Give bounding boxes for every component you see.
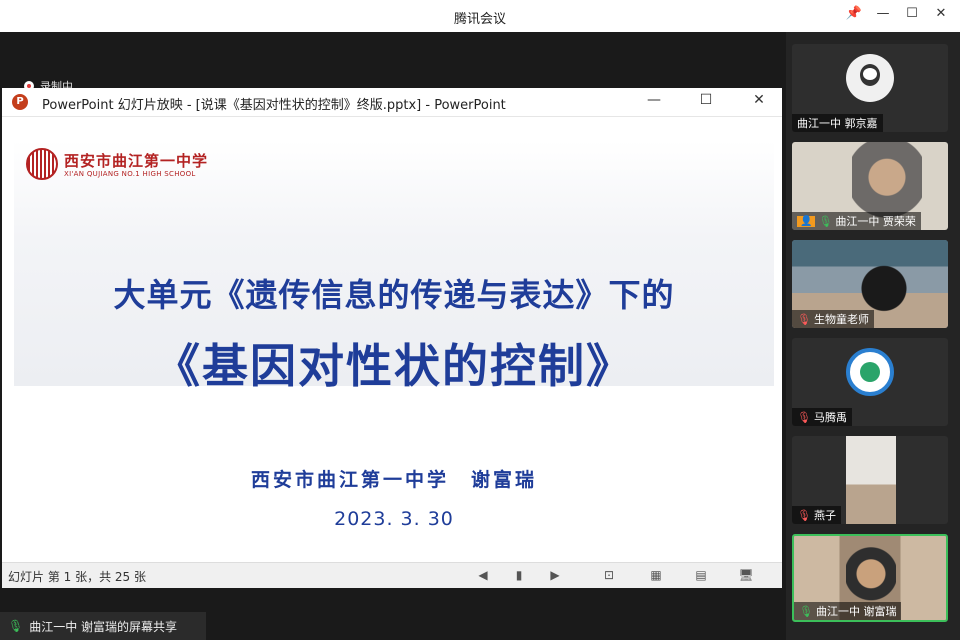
ppt-status-bar: 幻灯片 第 1 张，共 25 张 ◀ ▮ ▶ ⊡ ▦ ▤ 🖥 — [2, 562, 782, 588]
ppt-maximize-button[interactable]: ☐ — [694, 92, 718, 108]
participant-name: 曲江一中 郭京嘉 — [797, 117, 878, 130]
participant-label: 👤 🎙 曲江一中 贾荣荣 — [792, 212, 921, 230]
powerpoint-icon: P — [12, 94, 28, 110]
participant-video — [846, 436, 896, 524]
participant-name: 燕子 — [813, 509, 836, 522]
school-name: 西安市曲江第一中学 — [64, 152, 209, 170]
shared-screen: 录制中 P PowerPoint 幻灯片放映 - [说课《基因对性状的控制》终版… — [0, 32, 786, 640]
share-label: 曲江一中 谢富瑞的屏幕共享 — [29, 619, 178, 634]
participant-name: 曲江一中 贾荣荣 — [835, 215, 916, 228]
participant-name: 曲江一中 谢富瑞 — [815, 605, 897, 618]
muted-microphone-icon: 🎙 — [797, 508, 811, 522]
close-button[interactable]: ✕ — [929, 6, 953, 21]
reading-view-button[interactable]: ▤ — [692, 567, 710, 583]
previous-slide-button[interactable]: ◀ — [474, 567, 492, 583]
participant-tile-active-speaker[interactable]: 🎙 曲江一中 谢富瑞 — [792, 534, 948, 622]
maximize-button[interactable]: ☐ — [900, 6, 924, 21]
participant-tile[interactable]: 👤 🎙 曲江一中 贾荣荣 — [792, 142, 948, 230]
participant-label: 🎙 马腾禹 — [792, 408, 852, 426]
participant-label: 曲江一中 郭京嘉 — [792, 114, 883, 132]
participant-tile[interactable]: 曲江一中 郭京嘉 — [792, 44, 948, 132]
powerpoint-window: P PowerPoint 幻灯片放映 - [说课《基因对性状的控制》终版.ppt… — [2, 88, 782, 588]
participant-label: 🎙 生物童老师 — [792, 310, 874, 328]
slide-author: 西安市曲江第一中学 谢富瑞 — [250, 469, 537, 491]
pin-icon[interactable]: 📌 — [842, 6, 866, 21]
slide-sorter-button[interactable]: ▦ — [647, 567, 665, 583]
ppt-titlebar: P PowerPoint 幻灯片放映 - [说课《基因对性状的控制》终版.ppt… — [2, 88, 782, 117]
ppt-close-button[interactable]: ✕ — [747, 92, 771, 108]
microphone-icon: 🎙 — [8, 619, 24, 633]
participant-tile[interactable]: 🎙 生物童老师 — [792, 240, 948, 328]
participants-panel: 曲江一中 郭京嘉 👤 🎙 曲江一中 贾荣荣 🎙 生物童老师 🎙 马腾禹 🎙 燕子… — [786, 32, 960, 640]
participant-label: 🎙 曲江一中 谢富瑞 — [794, 602, 902, 620]
ppt-window-title: PowerPoint 幻灯片放映 - [说课《基因对性状的控制》终版.pptx]… — [42, 98, 506, 113]
participant-tile[interactable]: 🎙 马腾禹 — [792, 338, 948, 426]
next-slide-button[interactable]: ▶ — [546, 567, 564, 583]
muted-microphone-icon: 🎙 — [797, 410, 811, 424]
microphone-icon: 🎙 — [799, 604, 813, 618]
host-icon: 👤 — [797, 215, 816, 227]
slide: 西安市曲江第一中学 XI'AN QUJIANG NO.1 HIGH SCHOOL… — [14, 130, 774, 558]
participant-avatar — [846, 54, 894, 102]
screen-share-indicator[interactable]: 🎙 曲江一中 谢富瑞的屏幕共享 — [0, 612, 206, 640]
muted-microphone-icon: 🎙 — [797, 312, 811, 326]
participant-name: 生物童老师 — [813, 313, 869, 326]
participant-label: 🎙 燕子 — [792, 506, 841, 524]
microphone-icon: 🎙 — [818, 214, 833, 228]
app-titlebar: 腾讯会议 📌 — ☐ ✕ — [0, 0, 960, 32]
app-title: 腾讯会议 — [453, 12, 506, 27]
school-name-english: XI'AN QUJIANG NO.1 HIGH SCHOOL — [64, 170, 196, 178]
slide-heading-line1: 大单元《遗传信息的传递与表达》下的 — [113, 276, 675, 314]
participant-avatar — [846, 348, 894, 396]
slide-date: 2023. 3. 30 — [334, 508, 454, 530]
participant-tile[interactable]: 🎙 燕子 — [792, 436, 948, 524]
slide-counter: 幻灯片 第 1 张，共 25 张 — [8, 570, 146, 584]
minimize-button[interactable]: — — [871, 6, 895, 21]
slide-heading-line2: 《基因对性状的控制》 — [154, 339, 634, 393]
participant-name: 马腾禹 — [813, 411, 847, 424]
slide-menu-button[interactable]: ▮ — [510, 567, 528, 583]
school-logo — [26, 148, 58, 180]
normal-view-button[interactable]: ⊡ — [600, 567, 618, 583]
slideshow-button[interactable]: 🖥 — [737, 567, 755, 583]
ppt-minimize-button[interactable]: — — [642, 92, 666, 108]
